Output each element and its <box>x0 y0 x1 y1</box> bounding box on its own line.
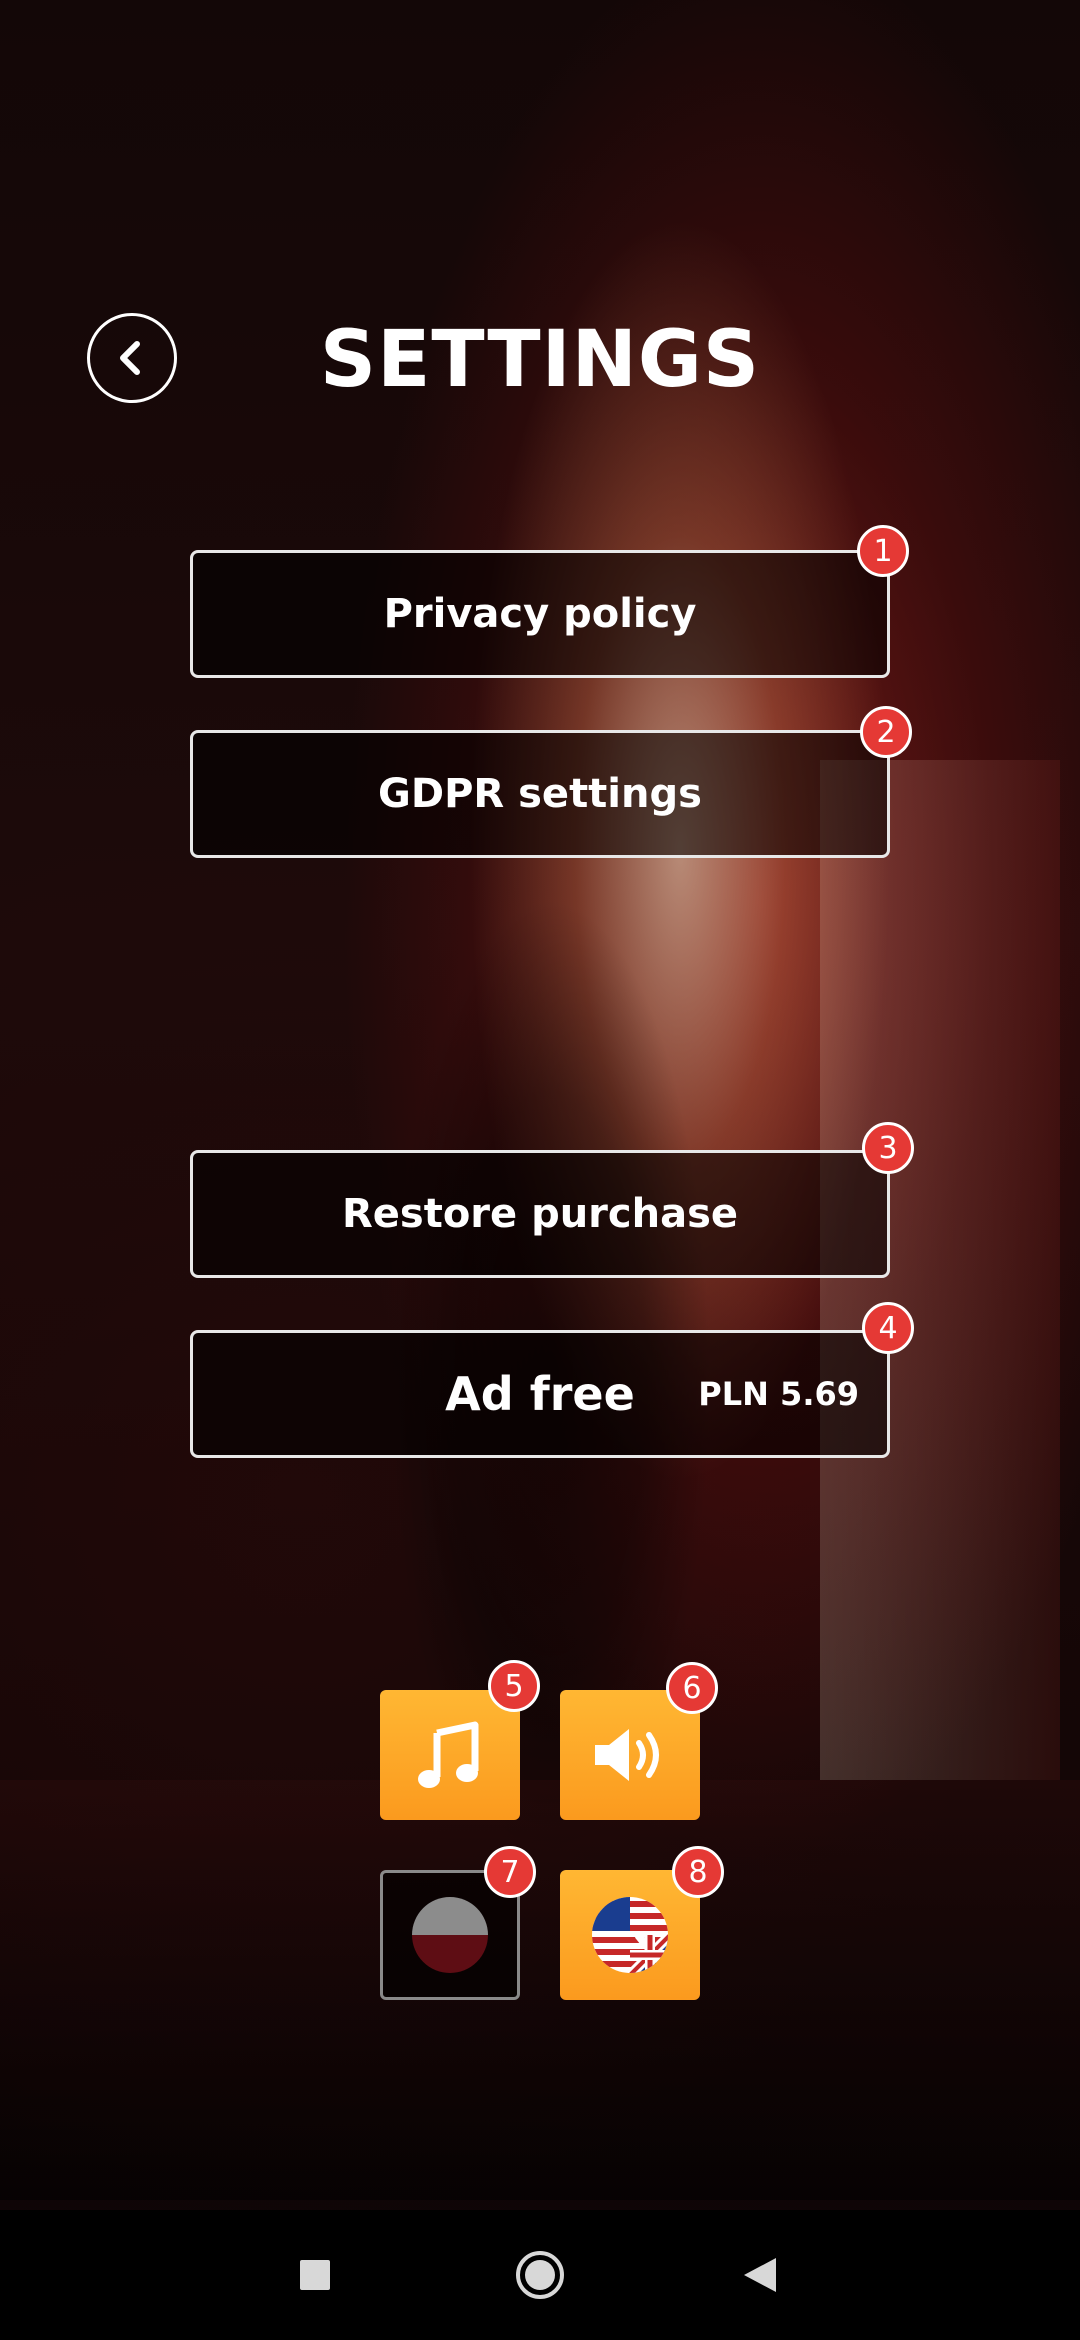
recent-apps-icon[interactable] <box>295 2210 335 2340</box>
back-triangle-icon[interactable] <box>740 2210 780 2340</box>
badge-2: 2 <box>860 706 912 758</box>
system-navigation-bar <box>0 2210 1080 2340</box>
home-icon[interactable] <box>512 2210 568 2340</box>
restore-purchase-label: Restore purchase <box>341 1191 739 1237</box>
ad-free-button[interactable]: Ad free PLN 5.69 <box>190 1330 890 1458</box>
settings-screen: SETTINGS Privacy policy 1 GDPR settings … <box>0 0 1080 2340</box>
gdpr-settings-label: GDPR settings <box>378 771 702 817</box>
badge-8: 8 <box>672 1846 724 1898</box>
speaker-icon <box>595 1729 659 1781</box>
background-floor <box>0 1780 1080 2200</box>
us-uk-flag-icon <box>592 1897 668 1973</box>
poland-flag-icon <box>412 1897 488 1973</box>
badge-7: 7 <box>484 1846 536 1898</box>
gdpr-settings-button[interactable]: GDPR settings <box>190 730 890 858</box>
ad-free-label: Ad free <box>445 1367 635 1421</box>
page-title: SETTINGS <box>319 315 761 405</box>
badge-3: 3 <box>862 1122 914 1174</box>
privacy-policy-label: Privacy policy <box>383 591 697 637</box>
badge-1: 1 <box>857 525 909 577</box>
music-toggle-button[interactable] <box>380 1690 520 1820</box>
badge-5: 5 <box>488 1660 540 1712</box>
restore-purchase-button[interactable]: Restore purchase <box>190 1150 890 1278</box>
badge-6: 6 <box>666 1662 718 1714</box>
privacy-policy-button[interactable]: Privacy policy <box>190 550 890 678</box>
badge-4: 4 <box>862 1302 914 1354</box>
music-note-icon <box>418 1721 479 1788</box>
ad-free-price: PLN 5.69 <box>698 1375 859 1413</box>
